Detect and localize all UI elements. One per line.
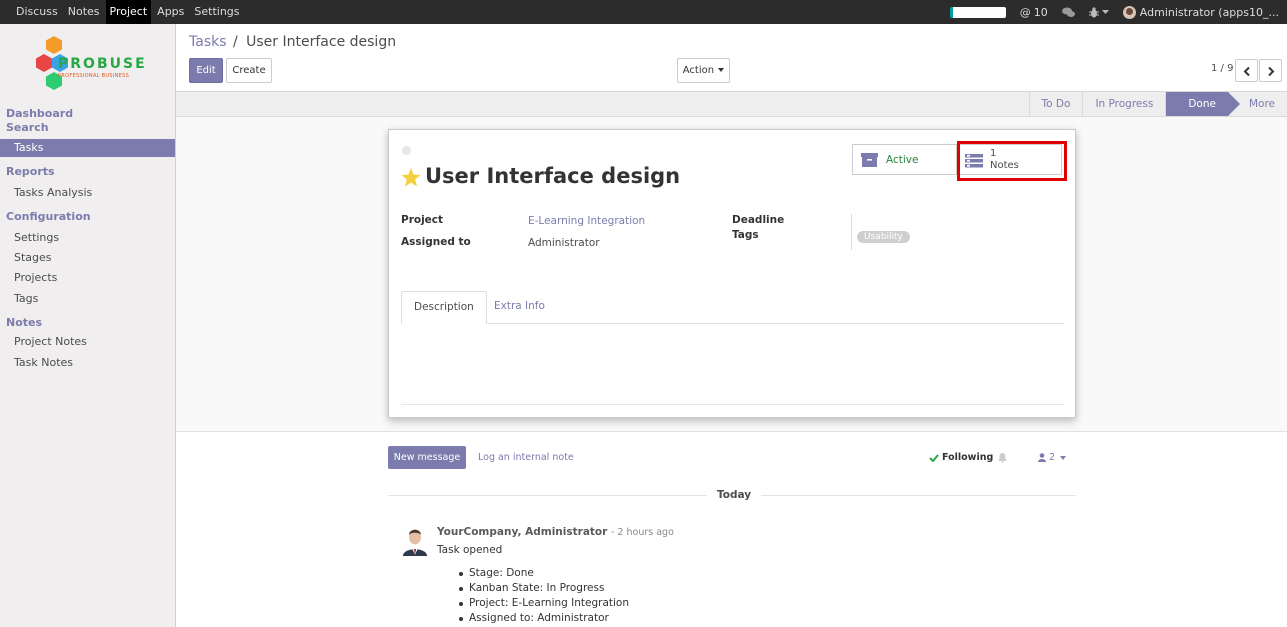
logo-text: PROBUSE xyxy=(58,56,147,72)
log-note-link[interactable]: Log an internal note xyxy=(478,452,574,463)
notebook-tabs: Description Extra Info xyxy=(401,291,1064,324)
tags-label: Tags xyxy=(732,229,759,241)
author-name[interactable]: YourCompany, Administrator xyxy=(437,526,607,538)
app-notes[interactable]: Notes xyxy=(64,0,104,24)
sidebar-item-stages[interactable]: Stages xyxy=(0,249,175,267)
check-icon xyxy=(929,453,939,462)
pager-value: 1 / 9 xyxy=(1211,63,1234,74)
user-icon xyxy=(1038,453,1046,462)
chat-menu[interactable] xyxy=(1061,7,1075,18)
project-label: Project xyxy=(401,214,444,226)
sidebar: PROBUSE PROFESSIONAL BUSINESS Dashboard … xyxy=(0,24,176,627)
archive-icon xyxy=(861,153,878,167)
pager-previous-button[interactable] xyxy=(1235,59,1258,82)
following-button[interactable]: Following xyxy=(929,452,1008,463)
tab-extra-info[interactable]: Extra Info xyxy=(482,291,557,324)
chevron-left-icon xyxy=(1243,67,1250,76)
caret-down-icon xyxy=(718,68,725,72)
app-discuss[interactable]: Discuss xyxy=(12,0,62,24)
sidebar-head-configuration[interactable]: Configuration xyxy=(0,210,175,224)
task-title: User Interface design xyxy=(425,164,681,188)
company-logo: PROBUSE PROFESSIONAL BUSINESS xyxy=(34,36,146,92)
caret-down-icon xyxy=(1060,455,1067,460)
breadcrumb-tasks[interactable]: Tasks xyxy=(189,34,227,50)
field-divider xyxy=(851,214,852,250)
caret-down-icon xyxy=(1101,10,1109,14)
sidebar-item-task-notes[interactable]: Task Notes xyxy=(0,354,175,372)
followers-button[interactable]: 2 xyxy=(1038,452,1067,463)
active-toggle-button[interactable]: Active xyxy=(852,144,957,175)
bug-icon xyxy=(1088,6,1099,17)
top-navbar: Discuss Notes Project Apps Settings @ 10… xyxy=(0,0,1287,24)
debug-menu[interactable] xyxy=(1088,6,1109,18)
logo-subtitle: PROFESSIONAL BUSINESS xyxy=(58,73,130,79)
app-project[interactable]: Project xyxy=(105,0,152,24)
edit-button[interactable]: Edit xyxy=(189,58,223,83)
assigned-to-value[interactable]: Administrator xyxy=(528,237,600,249)
tag-badge[interactable]: Usability xyxy=(857,231,910,243)
sidebar-item-tasks-analysis[interactable]: Tasks Analysis xyxy=(0,184,175,202)
stage-in-progress[interactable]: In Progress xyxy=(1082,92,1165,116)
sidebar-head-search[interactable]: Search xyxy=(0,121,175,135)
sidebar-item-project-notes[interactable]: Project Notes xyxy=(0,333,175,351)
assigned-to-label: Assigned to xyxy=(401,236,471,248)
stage-to-do[interactable]: To Do xyxy=(1028,92,1083,116)
sidebar-head-dashboard[interactable]: Dashboard xyxy=(0,107,175,121)
followers-count: 2 xyxy=(1049,452,1056,463)
tracking-value: Assigned to: Administrator xyxy=(458,611,629,626)
message-body: Task opened xyxy=(437,544,503,556)
new-message-button[interactable]: New message xyxy=(388,446,466,469)
chat-bubbles-icon xyxy=(1061,7,1075,17)
planner-progress[interactable] xyxy=(949,6,1006,18)
notes-highlight-box xyxy=(957,141,1067,181)
deadline-label: Deadline xyxy=(732,214,785,226)
author-avatar[interactable] xyxy=(401,524,429,556)
action-dropdown[interactable]: Action xyxy=(677,58,730,83)
stage-pipeline: To Do In Progress Done More xyxy=(1028,92,1287,116)
app-menu: Discuss Notes Project Apps Settings xyxy=(12,0,246,24)
chevron-right-icon xyxy=(1268,67,1275,76)
following-label: Following xyxy=(942,452,994,463)
sidebar-head-notes[interactable]: Notes xyxy=(0,316,175,330)
breadcrumb-separator: / xyxy=(232,34,238,50)
systray: @ 10 Administrator (apps10_... xyxy=(949,0,1287,24)
sidebar-menu: Dashboard Search Tasks Reports Tasks Ana… xyxy=(0,107,175,372)
user-avatar xyxy=(1122,5,1136,19)
user-name: Administrator (apps10_... xyxy=(1139,5,1279,19)
kanban-state-indicator[interactable] xyxy=(402,146,411,155)
bell-icon xyxy=(998,452,1008,463)
tracking-value: Kanban State: In Progress xyxy=(458,581,629,596)
message-author: YourCompany, Administrator - 2 hours ago xyxy=(437,526,674,538)
stage-done[interactable]: Done xyxy=(1165,92,1240,116)
messages-counter[interactable]: @ 10 xyxy=(1020,6,1048,19)
breadcrumb: Tasks / User Interface design xyxy=(189,34,396,50)
tracking-value: Project: E-Learning Integration xyxy=(458,597,630,609)
star-icon[interactable] xyxy=(401,168,421,187)
tab-description[interactable]: Description xyxy=(401,291,487,324)
sidebar-head-reports[interactable]: Reports xyxy=(0,165,175,179)
sidebar-item-settings[interactable]: Settings xyxy=(0,229,175,247)
sidebar-item-tags[interactable]: Tags xyxy=(0,290,175,308)
active-label: Active xyxy=(886,154,919,166)
tracking-values: Stage: Done Kanban State: In Progress Pr… xyxy=(458,566,630,626)
form-sheet: User Interface design Active 1 Notes Pro xyxy=(388,129,1076,418)
app-apps[interactable]: Apps xyxy=(153,0,188,24)
statusbar: To Do In Progress Done More xyxy=(176,91,1287,117)
date-separator: Today xyxy=(707,489,762,501)
create-button[interactable]: Create xyxy=(226,58,272,83)
at-icon: @ xyxy=(1019,5,1031,19)
tracking-value: Stage: Done xyxy=(458,566,629,581)
message-time: - 2 hours ago xyxy=(610,527,674,538)
description-divider xyxy=(401,404,1064,405)
action-label: Action xyxy=(682,65,715,76)
app-settings[interactable]: Settings xyxy=(190,0,243,24)
user-menu[interactable]: Administrator (apps10_... xyxy=(1122,5,1279,19)
sidebar-item-tasks[interactable]: Tasks xyxy=(0,139,175,157)
messages-count: 10 xyxy=(1033,5,1048,19)
breadcrumb-current: User Interface design xyxy=(246,34,397,50)
pager-next-button[interactable] xyxy=(1259,59,1282,82)
avatar-portrait-icon xyxy=(401,524,429,556)
project-value[interactable]: E-Learning Integration xyxy=(528,215,645,227)
sidebar-item-projects[interactable]: Projects xyxy=(0,269,175,287)
